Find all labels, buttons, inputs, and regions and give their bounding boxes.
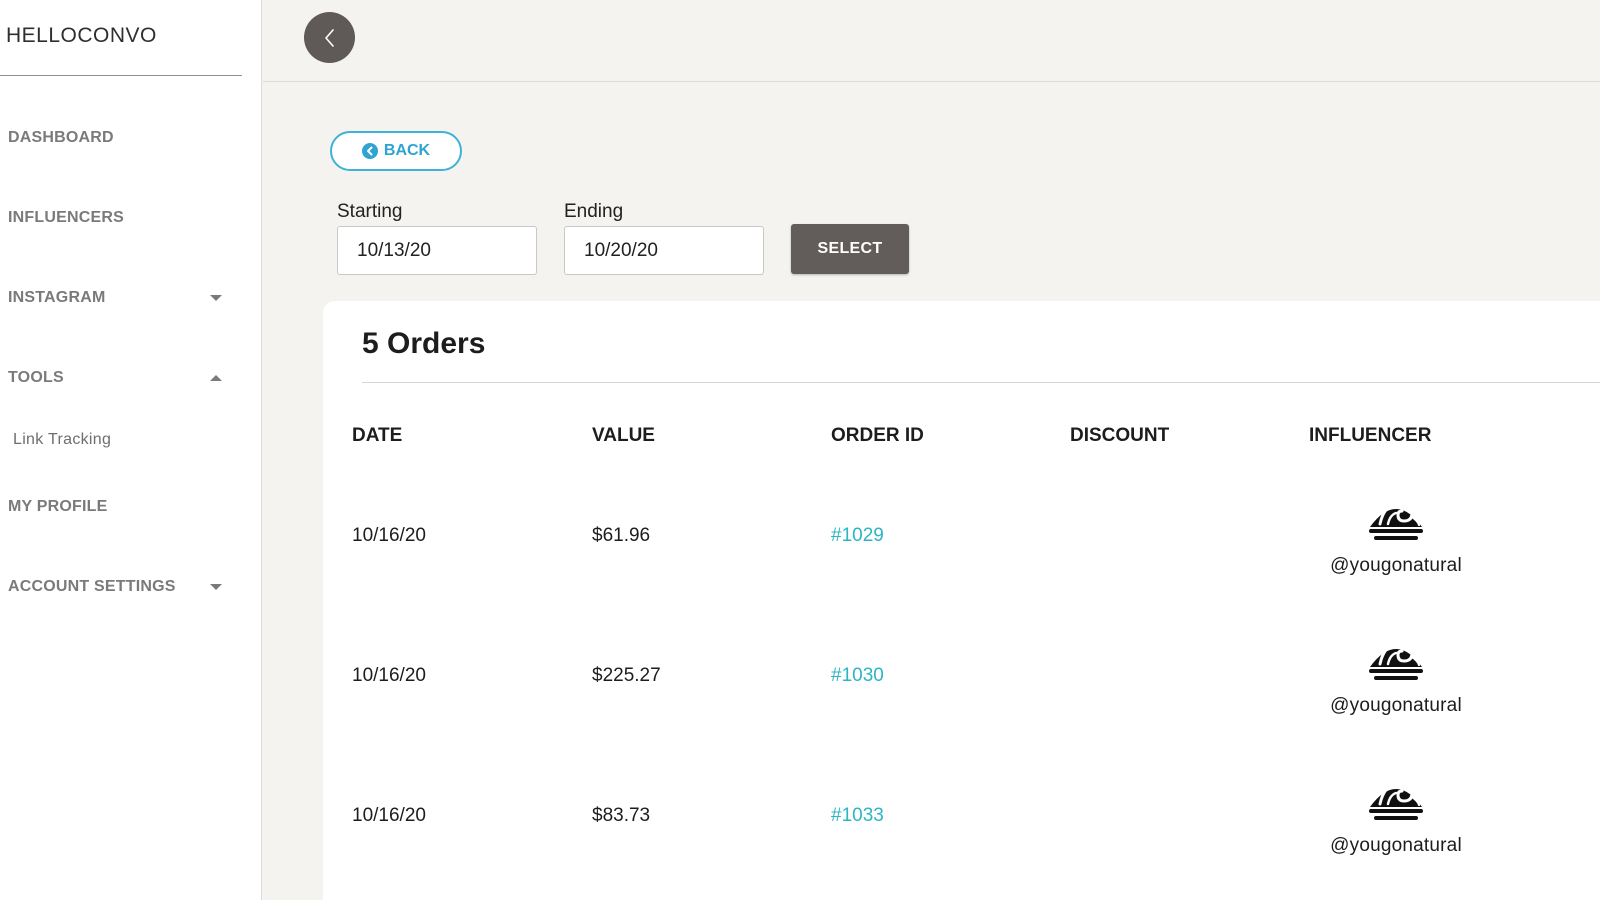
column-header-discount: DISCOUNT [1070,425,1170,446]
column-header-influencer: INFLUENCER [1309,425,1432,446]
influencer-handle: @yougonatural [1330,835,1462,856]
wave-logo-icon [1369,641,1423,680]
influencer-handle: @yougonatural [1330,555,1462,576]
ending-label: Ending [564,201,624,222]
order-date: 10/16/20 [352,665,426,686]
sidebar-item-label: MY PROFILE [8,498,108,515]
order-value: $225.27 [592,665,661,686]
top-bar [263,0,1600,82]
sidebar-subitem-link-tracking[interactable]: Link Tracking [13,431,111,449]
sidebar-item-dashboard[interactable]: DASHBOARD [8,129,228,147]
column-header-value: VALUE [592,425,655,446]
sidebar-item-influencers[interactable]: INFLUENCERS [8,209,228,227]
order-date: 10/16/20 [352,805,426,826]
chevron-left-icon [324,28,334,47]
order-value: $83.73 [592,805,651,826]
influencer-cell[interactable]: @yougonatural [1316,631,1476,717]
orders-card: 5 Orders DATE VALUE ORDER ID DISCOUNT IN… [323,301,1600,900]
wave-logo-icon [1369,501,1423,540]
sidebar-item-label: ACCOUNT SETTINGS [8,578,176,595]
sidebar-item-instagram[interactable]: INSTAGRAM [8,289,228,307]
wave-logo-icon [1369,781,1423,820]
orders-divider [362,382,1600,383]
sidebar-item-my-profile[interactable]: MY PROFILE [8,498,228,516]
sidebar-item-label: TOOLS [8,369,64,386]
ending-date-input[interactable] [564,226,764,275]
brand-logo[interactable]: HELLOCONVO [6,24,157,48]
influencer-cell[interactable]: @yougonatural [1316,771,1476,857]
influencer-handle: @yougonatural [1330,695,1462,716]
sidebar-item-account-settings[interactable]: ACCOUNT SETTINGS [8,578,228,596]
chevron-up-icon [210,375,222,381]
brand-divider [0,75,242,76]
collapse-sidebar-button[interactable] [304,12,355,63]
orders-title: 5 Orders [362,327,486,360]
order-id-link[interactable]: #1030 [831,665,884,687]
starting-date-input[interactable] [337,226,537,275]
column-header-date: DATE [352,425,403,446]
order-id-link[interactable]: #1033 [831,805,884,827]
sidebar-item-label: INSTAGRAM [8,289,106,306]
chevron-down-icon [210,584,222,590]
order-date: 10/16/20 [352,525,426,546]
influencer-cell[interactable]: @yougonatural [1316,491,1476,577]
order-id-link[interactable]: #1029 [831,525,884,547]
column-header-order-id: ORDER ID [831,425,924,446]
sidebar-item-tools[interactable]: TOOLS [8,369,228,387]
back-button[interactable]: BACK [330,131,462,171]
starting-label: Starting [337,201,403,222]
select-button[interactable]: SELECT [791,224,909,274]
sidebar-item-label: INFLUENCERS [8,209,124,226]
sidebar-item-label: DASHBOARD [8,129,114,146]
chevron-down-icon [210,295,222,301]
back-button-label: BACK [383,142,431,159]
circle-arrow-left-icon [361,143,378,159]
sidebar: HELLOCONVO DASHBOARD INFLUENCERS INSTAGR… [0,0,262,900]
order-value: $61.96 [592,525,651,546]
